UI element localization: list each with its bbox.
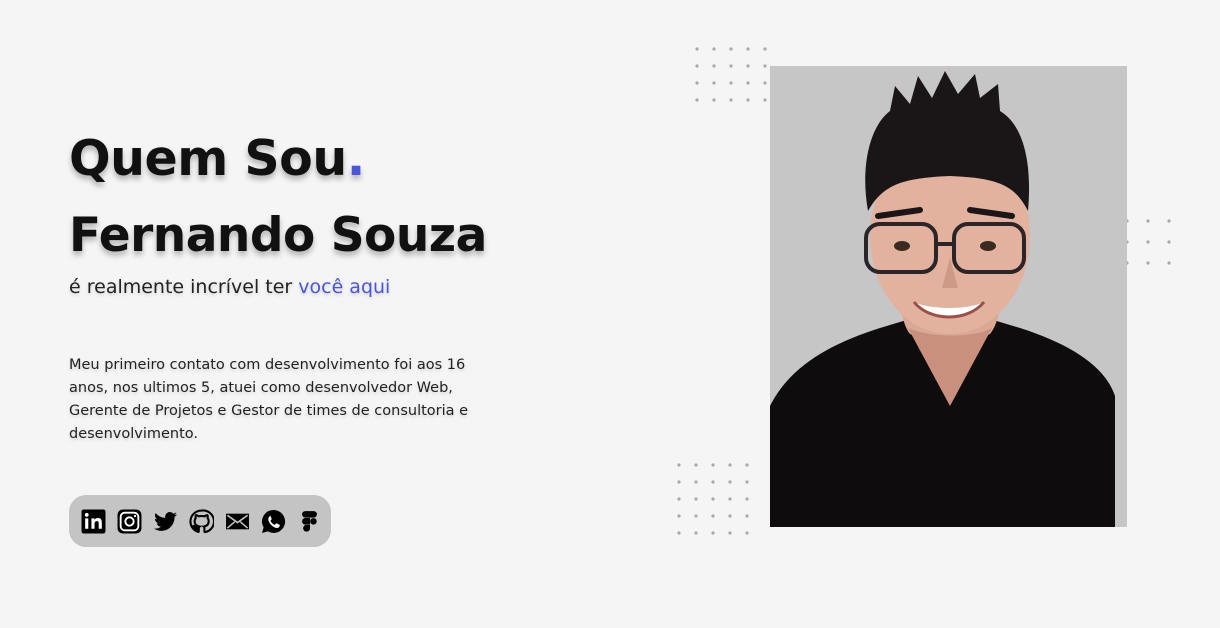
decorative-dot: [712, 81, 716, 85]
figma-icon: [302, 510, 317, 532]
decorative-dot: [729, 81, 733, 85]
dot-pattern-bottom: [676, 462, 756, 538]
hero-title-dot: .: [346, 130, 366, 187]
decorative-dot: [763, 64, 767, 68]
decorative-dot: [677, 480, 681, 484]
decorative-dot: [763, 98, 767, 102]
decorative-dot: [728, 514, 732, 518]
hero-title-text: Quem Sou: [69, 130, 347, 187]
decorative-dot: [746, 47, 750, 51]
decorative-dot: [677, 514, 681, 518]
hero-title: Quem Sou.: [69, 128, 365, 190]
decorative-dot: [729, 64, 733, 68]
email-link[interactable]: [225, 509, 250, 534]
instagram-link[interactable]: [117, 509, 142, 534]
decorative-dot: [1167, 219, 1171, 223]
social-links-bar: [69, 495, 331, 547]
decorative-dot: [745, 531, 749, 535]
github-link[interactable]: [189, 508, 214, 534]
decorative-dot: [1167, 261, 1171, 265]
decorative-dot: [1146, 240, 1150, 244]
decorative-dot: [729, 98, 733, 102]
decorative-dot: [729, 47, 733, 51]
decorative-dot: [728, 480, 732, 484]
twitter-icon: [154, 511, 177, 531]
whatsapp-link[interactable]: [261, 509, 286, 534]
instagram-icon: [117, 509, 142, 533]
decorative-dot: [711, 531, 715, 535]
decorative-dot: [746, 81, 750, 85]
decorative-dot: [695, 98, 699, 102]
figma-link[interactable]: [297, 509, 322, 534]
decorative-dot: [712, 98, 716, 102]
decorative-dot: [746, 98, 750, 102]
decorative-dot: [763, 81, 767, 85]
decorative-dot: [745, 463, 749, 467]
decorative-dot: [694, 514, 698, 518]
decorative-dot: [694, 480, 698, 484]
github-icon: [189, 508, 214, 533]
decorative-dot: [711, 497, 715, 501]
decorative-dot: [694, 531, 698, 535]
whatsapp-icon: [262, 509, 286, 533]
decorative-dot: [728, 497, 732, 501]
decorative-dot: [711, 480, 715, 484]
decorative-dot: [695, 81, 699, 85]
decorative-dot: [695, 47, 699, 51]
decorative-dot: [745, 514, 749, 518]
twitter-link[interactable]: [153, 509, 178, 534]
decorative-dot: [677, 463, 681, 467]
profile-photo: [770, 66, 1127, 527]
decorative-dot: [694, 497, 698, 501]
decorative-dot: [728, 531, 732, 535]
decorative-dot: [677, 531, 681, 535]
decorative-dot: [745, 497, 749, 501]
hero-subtitle-accent: você aqui: [298, 276, 391, 298]
linkedin-link[interactable]: [81, 509, 106, 534]
decorative-dot: [746, 64, 750, 68]
decorative-dot: [1146, 261, 1150, 265]
decorative-dot: [712, 64, 716, 68]
decorative-dot: [694, 463, 698, 467]
decorative-dot: [745, 480, 749, 484]
decorative-dot: [763, 47, 767, 51]
decorative-dot: [1146, 219, 1150, 223]
bio-paragraph: Meu primeiro contato com desenvolvimento…: [69, 357, 469, 442]
decorative-dot: [728, 463, 732, 467]
decorative-dot: [712, 47, 716, 51]
decorative-dot: [677, 497, 681, 501]
decorative-dot: [711, 514, 715, 518]
decorative-dot: [695, 64, 699, 68]
email-icon: [226, 513, 249, 529]
decorative-dot: [711, 463, 715, 467]
hero-name: Fernando Souza: [69, 208, 487, 263]
hero-subtitle-prefix: é realmente incrível ter: [69, 276, 299, 298]
dot-pattern-top: [694, 46, 774, 108]
hero-subtitle: é realmente incrível ter você aqui: [69, 276, 390, 298]
decorative-dot: [1167, 240, 1171, 244]
linkedin-icon: [81, 509, 106, 533]
